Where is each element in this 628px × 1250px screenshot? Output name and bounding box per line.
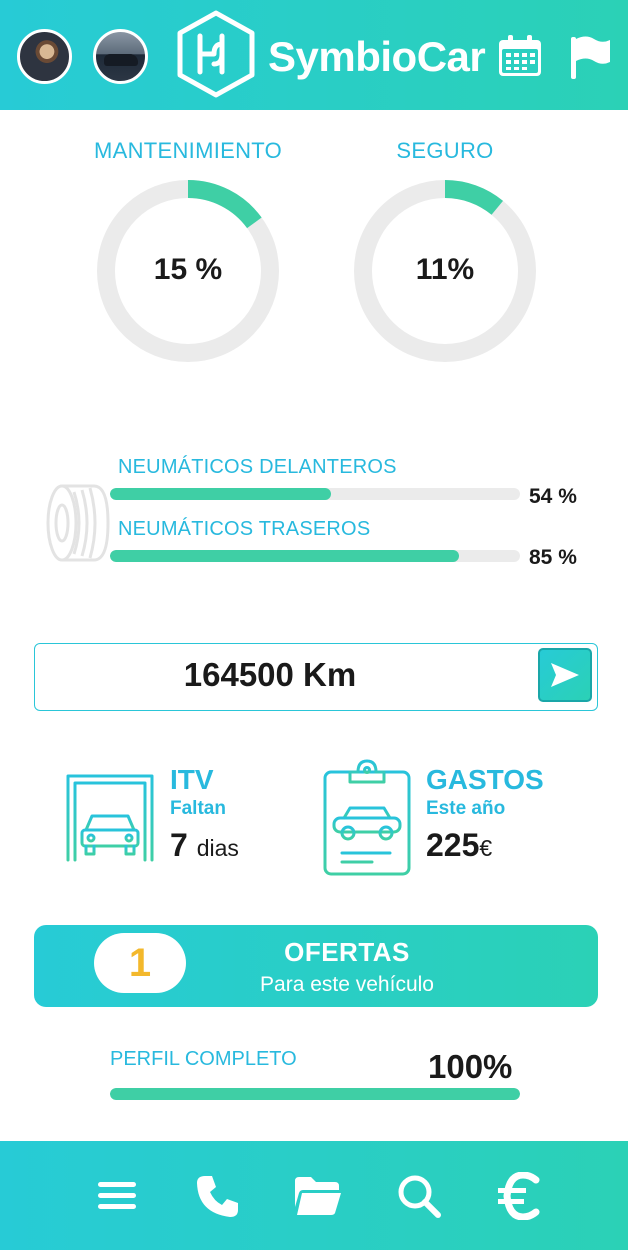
offers-subtitle: Para este vehículo <box>260 973 434 996</box>
offers-banner[interactable]: 1 OFERTAS Para este vehículo <box>34 925 598 1007</box>
perfil-bar-fill <box>110 1088 520 1100</box>
tire-front-bar <box>110 488 520 500</box>
offers-count: 1 <box>94 933 186 993</box>
itv-title: ITV <box>170 764 214 795</box>
tire-rear-bar <box>110 550 520 562</box>
mileage-input[interactable]: 164500 Km <box>34 643 598 711</box>
tire-rear-bar-fill <box>110 550 459 562</box>
gastos-title: GASTOS <box>426 764 544 795</box>
gastos-value-wrap: 225€ <box>426 827 492 864</box>
gauge-value-mantenimiento: 15 % <box>153 253 223 286</box>
vehicle-avatar[interactable] <box>93 29 148 84</box>
app-header: SymbioCar <box>0 0 628 110</box>
send-button[interactable] <box>538 648 592 702</box>
bottom-nav <box>0 1141 628 1250</box>
itv-value-wrap: 7 dias <box>170 827 239 864</box>
gauge-value-seguro: 11% <box>415 253 475 286</box>
tire-front-label: NEUMÁTICOS DELANTEROS <box>118 456 397 478</box>
gastos-value: 225 <box>426 827 480 863</box>
nav-euro-button[interactable] <box>494 1171 544 1221</box>
itv-value: 7 <box>170 827 188 863</box>
perfil-label: PERFIL COMPLETO <box>110 1048 297 1070</box>
itv-unit: dias <box>196 835 239 861</box>
folder-icon <box>295 1177 341 1215</box>
flag-icon[interactable] <box>568 34 612 80</box>
gauge-label-mantenimiento: MANTENIMIENTO <box>93 138 283 163</box>
tire-front-value: 54 % <box>529 485 577 508</box>
app-name: SymbioCar <box>268 33 486 80</box>
itv-subtitle: Faltan <box>170 798 226 819</box>
tire-front-bar-fill <box>110 488 332 500</box>
send-icon <box>551 663 579 687</box>
perfil-bar <box>110 1088 520 1100</box>
phone-icon <box>197 1176 238 1217</box>
nav-folder-button[interactable] <box>293 1171 343 1221</box>
offers-title: OFERTAS <box>284 937 410 967</box>
tire-rear-label: NEUMÁTICOS TRASEROS <box>118 518 371 540</box>
tire-rear-value: 85 % <box>529 546 577 569</box>
mileage-value[interactable]: 164500 Km <box>35 656 505 694</box>
logo-icon <box>177 10 255 98</box>
search-icon <box>398 1175 441 1218</box>
gauge-label-seguro: SEGURO <box>396 138 494 163</box>
car-wash-icon <box>66 774 154 862</box>
perfil-value: 100% <box>428 1048 513 1085</box>
calendar-icon[interactable] <box>497 34 543 78</box>
nav-phone-button[interactable] <box>193 1171 243 1221</box>
nav-search-button[interactable] <box>394 1171 444 1221</box>
gastos-subtitle: Este año <box>426 798 506 819</box>
gastos-unit: € <box>479 835 493 861</box>
nav-menu-button[interactable] <box>92 1171 142 1221</box>
user-avatar[interactable] <box>17 29 72 84</box>
tire-icon <box>46 484 110 562</box>
clipboard-car-icon <box>323 759 411 876</box>
menu-icon <box>98 1182 136 1209</box>
euro-icon <box>498 1172 540 1220</box>
